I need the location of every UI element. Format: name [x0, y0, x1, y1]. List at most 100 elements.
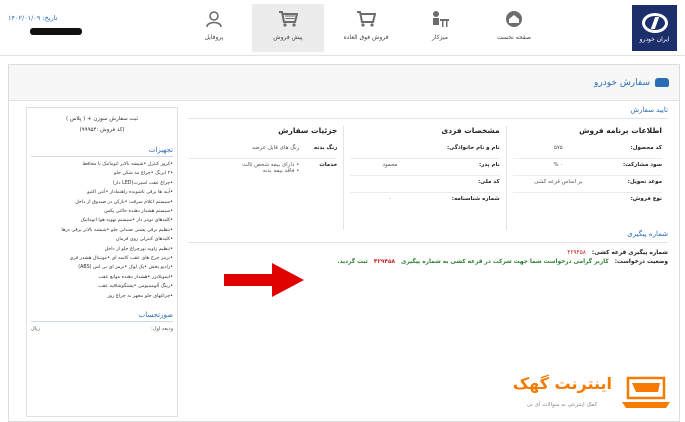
equipment-item: •ایموبلایزر •هشدار دهنده موانع عقب: [98, 274, 173, 280]
order-details-heading: جزئیات سفارش: [278, 126, 338, 135]
nav-home[interactable]: صفحه نخست: [478, 4, 550, 52]
status-number: ۴۲۹۴۵۸: [373, 259, 396, 265]
services-label: خدمات: [319, 162, 338, 168]
field-label: نام و نام خانوادگی:: [446, 145, 500, 151]
equipment-heading: تجهیزات: [31, 146, 173, 157]
field-row: نام و نام خانوادگی:: [350, 142, 500, 159]
field-label: موعد تحویل:: [627, 179, 662, 185]
equipment-item: •کلیدهای تویتر دار •سیستم تهویه هوا اتوم…: [80, 218, 173, 224]
confirm-section-title: تایید سفارش: [630, 106, 668, 114]
field-value: ۵۷۵: [553, 145, 563, 151]
field-label: نام پدر:: [478, 162, 500, 168]
nav-special-sale-label: فروش فوق العاده: [343, 34, 389, 41]
field-label: شماره شناسنامه:: [451, 196, 500, 202]
field-row: شماره شناسنامه: ۰: [350, 193, 500, 210]
field-value: [350, 179, 429, 187]
nav-desk[interactable]: میزکار: [404, 4, 476, 52]
panel-header: سفارش خودرو: [9, 65, 679, 101]
current-date: تاریخ: ۱۴۰۲/۰۱/۰۹: [8, 14, 58, 22]
sales-plan-column: اطلاعات برنامه فروش کد محصول: ۵۷۵ سود مشا…: [505, 126, 668, 230]
field-value: ۰: [388, 196, 392, 202]
nav-desk-label: میزکار: [432, 34, 448, 41]
cart-special-icon: [355, 8, 377, 30]
top-navigation-bar: ایران خودرو صفحه نخست میزکار فروش فوق ال…: [0, 0, 685, 56]
services-list: دارای بیمه شخص ثالث فاقد بیمه بدنه: [188, 162, 299, 174]
watermark-brand: اینترنت گهک: [512, 374, 612, 393]
cart-icon: [277, 8, 299, 30]
equipment-item: •ترمز چرخ های عقب کاسه ای •مونیتال هشدر …: [69, 256, 174, 262]
equipment-item: •کروز کنترل •شیشه بالابر اتوماتیک با محا…: [82, 162, 173, 167]
sale-code: (کد فروش :۹۹۹۵۴): [79, 127, 125, 133]
field-value: بر اساس قرعه کشی: [534, 179, 583, 185]
service-item: فاقد بیمه بدنه: [188, 168, 299, 174]
field-row: نام پدر: محمود: [350, 159, 500, 176]
tracking-section-title: شماره پیگیری: [627, 230, 668, 238]
equipment-list: •کروز کنترل •شیشه بالابر اتوماتیک با محا…: [31, 160, 173, 301]
equipment-item: •سیستم اعلام سرقت •بازکن در صندوق از داخ…: [75, 199, 173, 205]
lottery-label: شماره پیگیری قرعه کشی:: [591, 250, 668, 256]
watermark-tagline: کمک اینترنتی به سوالات آی تی: [526, 402, 598, 408]
page-title: سفارش خودرو: [594, 77, 650, 88]
field-row: خدمات دارای بیمه شخص ثالث فاقد بیمه بدنه: [188, 159, 337, 179]
nav-profile[interactable]: پروفایل: [178, 4, 250, 52]
field-row: کد ملی:: [350, 176, 500, 193]
equipment-item: •چراغهای جلو مجهز به چراغ روز: [107, 293, 173, 299]
field-value: [513, 196, 604, 205]
field-label: سود مشارکت:: [622, 162, 662, 168]
laptop-logo-icon: [622, 376, 670, 408]
ikco-logo-icon: [641, 13, 668, 33]
ikco-logo[interactable]: ایران خودرو: [632, 5, 677, 51]
user-icon: [203, 8, 225, 30]
nav-presale-label: پیش فروش: [273, 34, 303, 41]
field-value: [350, 145, 429, 153]
body-color-label: رنگ بدنه: [313, 145, 338, 151]
desk-icon: [429, 8, 451, 30]
field-value: محمود: [382, 162, 398, 168]
field-label: نوع فروش:: [630, 196, 662, 202]
watermark: اینترنت گهک کمک اینترنتی به سوالات آی تی: [512, 372, 672, 418]
sales-plan-heading: اطلاعات برنامه فروش: [579, 126, 662, 135]
order-main: تایید سفارش اطلاعات برنامه فروش کد محصول…: [182, 100, 674, 400]
field-label: کد محصول:: [630, 145, 663, 151]
equipment-item: •تنظیم زاویه نورچراغ جلو از داخل: [104, 246, 173, 252]
home-icon: [503, 8, 525, 30]
equipment-item: •چراغ عقب اسپرت(LED دار): [112, 180, 173, 186]
lottery-row: شماره پیگیری قرعه کشی: ۴۲۹۴۵۸: [182, 243, 674, 256]
equipment-item: •رینگ آلومینیومی •پشتگوشاقیه عقب: [98, 284, 173, 290]
equipment-item: •آینه ها برقی تاشونده راهنمادار •آنتن اک…: [87, 190, 173, 196]
equipment-item: •۲ ایربگ •چراغ مه شکن جلو: [113, 171, 173, 177]
order-details-column: جزئیات سفارش رنگ بدنه رنگ های قابل عرضه خ…: [182, 126, 343, 230]
nav-home-label: صفحه نخست: [497, 34, 531, 41]
status-suffix: ثبت گردید.: [337, 259, 368, 265]
field-value: ۰ %: [553, 162, 564, 168]
body-color-value: رنگ های قابل عرضه: [252, 145, 300, 151]
status-message: کاربر گرامی درخواست شما جهت شرکت در قرعه…: [401, 259, 609, 265]
equipment-item: •سیستم هشدار دهنده حالتی پکس: [104, 209, 173, 215]
order-summary-sidebar: ثبت سفارش سورن + ( پلاس ) (کد فروش :۹۹۹۵…: [26, 107, 178, 417]
nav-special-sale[interactable]: فروش فوق العاده: [330, 4, 402, 52]
status-label: وضعیت درخواست:: [614, 259, 668, 265]
nav-presale[interactable]: پیش فروش: [252, 4, 324, 52]
divider: [188, 118, 668, 119]
personal-heading: مشخصات فردی: [441, 126, 500, 135]
personal-info-column: مشخصات فردی نام و نام خانوادگی: نام پدر:…: [343, 126, 505, 230]
order-title: ثبت سفارش سورن + ( پلاس ): [65, 116, 139, 122]
field-label: کد ملی:: [477, 179, 500, 185]
equipment-item: •کلیدهای کنترلی روی فرمان: [115, 237, 173, 243]
car-icon: [655, 78, 669, 87]
red-arrow-icon: [224, 263, 304, 297]
field-row: موعد تحویل: بر اساس قرعه کشی: [512, 176, 662, 193]
field-row: کد محصول: ۵۷۵: [512, 142, 663, 159]
tracking-section: شماره پیگیری شماره پیگیری قرعه کشی: ۴۲۹۴…: [182, 224, 674, 265]
summary-value: ریال: [31, 326, 40, 333]
summary-heading: صورتحساب: [31, 311, 173, 323]
nav-profile-label: پروفایل: [204, 34, 224, 41]
equipment-item: •تنظیم برقی پشتی صندلی جلو •شیشه بالابر …: [61, 227, 173, 233]
field-row: رنگ بدنه رنگ های قابل عرضه: [188, 142, 338, 159]
summary-row: ودیعه اول: ریال: [31, 326, 173, 332]
logo-text: ایران خودرو: [639, 36, 670, 43]
summary-key: ودیعه اول:: [151, 326, 173, 333]
field-row: نوع فروش:: [513, 193, 662, 210]
order-info-columns: اطلاعات برنامه فروش کد محصول: ۵۷۵ سود مشا…: [182, 126, 668, 230]
field-row: سود مشارکت: ۰ %: [512, 159, 662, 176]
